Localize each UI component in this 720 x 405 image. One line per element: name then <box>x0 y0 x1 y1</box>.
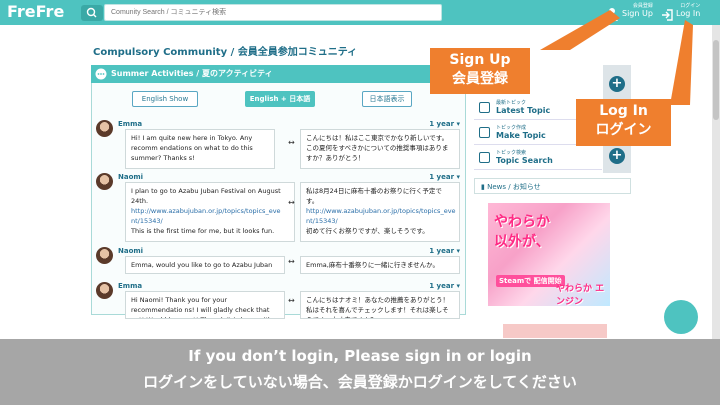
sidebar-item-small: トピック作成 <box>496 125 527 131</box>
post-item: Emma 1 year ▾ Hi! I am quite new here in… <box>91 120 466 172</box>
post-age[interactable]: 1 year ▾ <box>429 247 460 255</box>
signup-callout-en: Sign Up <box>449 52 511 68</box>
signup-callout-jp: 会員登録 <box>452 71 508 87</box>
post-age-label: 1 year <box>429 173 455 181</box>
ad-text-line2: 以外が、 <box>494 234 550 250</box>
post-age-label: 1 year <box>429 282 455 290</box>
post-english-text: I plan to go to Azabu Juban Festival on … <box>125 182 295 242</box>
signup-callout: Sign Up 会員登録 <box>430 48 530 94</box>
sidebar-item-label: Make Topic <box>496 131 546 140</box>
app-logo[interactable]: FreFre <box>7 2 64 21</box>
sidebar-item-label: Latest Topic <box>496 106 551 115</box>
avatar[interactable] <box>96 173 113 190</box>
english-show-button[interactable]: English Show <box>132 91 198 107</box>
community-title[interactable]: Compulsory Community / 会員全員参加コミュニティ <box>93 43 357 58</box>
post-item: Naomi 1 year ▾ I plan to go to Azabu Jub… <box>91 173 466 243</box>
english-japanese-button[interactable]: English + 日本語 <box>245 91 315 107</box>
swap-arrow: ↔ <box>288 257 295 266</box>
swap-arrow: ↔ <box>288 138 295 147</box>
post-japanese-text: こんにちはナオミ！あなたの推薦をありがとう！私はそれを喜んでチェックします！それ… <box>300 291 460 319</box>
plus-icon[interactable]: + <box>609 76 625 92</box>
edit-icon <box>479 127 490 138</box>
ad-text-line1: やわらか <box>494 214 550 230</box>
plus-icon[interactable]: + <box>609 148 625 164</box>
sidebar-item-small: 最新トピック <box>496 100 527 106</box>
avatar[interactable] <box>96 247 113 264</box>
floating-action-button[interactable] <box>664 300 698 334</box>
ad-steam-badge: Steamで 配信開始 <box>496 275 565 287</box>
sidebar-item-label: Topic Search <box>496 156 553 165</box>
post-username[interactable]: Emma <box>118 282 142 290</box>
post-age[interactable]: 1 year ▾ <box>429 173 460 181</box>
login-label: Log In <box>676 9 701 18</box>
search-input[interactable] <box>104 4 442 21</box>
login-callout-jp: ログイン <box>595 122 652 138</box>
swap-arrow: ↔ <box>288 296 295 305</box>
search-icon <box>86 7 97 18</box>
japanese-show-button[interactable]: 日本語表示 <box>362 91 412 107</box>
event-link[interactable]: http://www.azabujuban.or.jp/topics/topic… <box>306 206 456 226</box>
banner-line-english: If you don’t login, Please sign in or lo… <box>188 347 532 365</box>
avatar[interactable] <box>96 282 113 299</box>
login-callout: Log In ログイン <box>576 99 671 146</box>
post-item: Naomi 1 year ▾ Emma, would you like to g… <box>91 247 466 277</box>
search-icon-button[interactable] <box>81 5 103 21</box>
post-english-line2: This is the first time for me, but it lo… <box>131 227 275 235</box>
post-age-label: 1 year <box>429 247 455 255</box>
avatar[interactable] <box>96 120 113 137</box>
signup-pointer-arrow <box>540 10 620 50</box>
post-username[interactable]: Naomi <box>118 173 143 181</box>
sidebar-item-small: トピック検索 <box>496 150 527 156</box>
pink-button[interactable] <box>503 324 607 338</box>
post-english-text: Hi! I am quite new here in Tokyo. Any re… <box>125 129 275 169</box>
advertisement-banner[interactable]: やわらか 以外が、 Steamで 配信開始 やわらか エンジン <box>488 203 610 306</box>
topic-icon <box>479 102 490 113</box>
post-age[interactable]: 1 year ▾ <box>429 120 460 128</box>
scrollbar-thumb[interactable] <box>713 40 719 120</box>
post-english-text: Emma, would you like to go to Azabu Juba… <box>125 256 285 274</box>
login-pointer-arrow <box>670 20 693 105</box>
post-age-label: 1 year <box>429 120 455 128</box>
page: FreFre 会員登録 Sign Up ログイン Log In Compulso… <box>0 0 720 405</box>
activity-header[interactable]: Summer Activities / 夏のアクティビティ <box>91 65 466 83</box>
event-link[interactable]: http://www.azabujuban.or.jp/topics/topic… <box>131 206 289 226</box>
post-japanese-text: 私は8月24日に麻布十番のお祭りに行く予定です。 http://www.azab… <box>300 182 460 242</box>
news-label: News / お知らせ <box>487 183 541 191</box>
sidebar-item-topic-search[interactable]: トピック検索 Topic Search <box>474 146 602 170</box>
news-icon: ▮ <box>481 183 485 191</box>
login-callout-en: Log In <box>599 103 648 119</box>
post-japanese-text: Emma,麻布十番祭りに一緒に行きませんか。 <box>300 256 460 274</box>
post-english-line1: I plan to go to Azabu Juban Festival on … <box>131 187 281 205</box>
ad-brand: やわらか エンジン <box>556 284 605 306</box>
post-username[interactable]: Naomi <box>118 247 143 255</box>
chat-bubble-icon <box>95 68 107 80</box>
post-item: Emma 1 year ▾ Hi Naomi! Thank you for yo… <box>91 282 466 319</box>
news-header[interactable]: ▮ News / お知らせ <box>474 178 631 194</box>
swap-arrow: ↔ <box>288 198 295 207</box>
post-japanese-line2: 初めて行くお祭りですが、楽しそうです。 <box>306 227 429 235</box>
post-english-text: Hi Naomi! Thank you for your recommendat… <box>125 291 285 319</box>
search-topic-icon <box>479 152 490 163</box>
post-japanese-text: こんにちは！私はここ東京でかなり新しいです。この夏何をすべきかについての推奨事項… <box>300 129 460 169</box>
post-age[interactable]: 1 year ▾ <box>429 282 460 290</box>
banner-line-japanese: ログインをしていない場合、会員登録かログインをしてください <box>143 373 577 391</box>
post-username[interactable]: Emma <box>118 120 142 128</box>
post-japanese-line1: 私は8月24日に麻布十番のお祭りに行く予定です。 <box>306 187 442 205</box>
